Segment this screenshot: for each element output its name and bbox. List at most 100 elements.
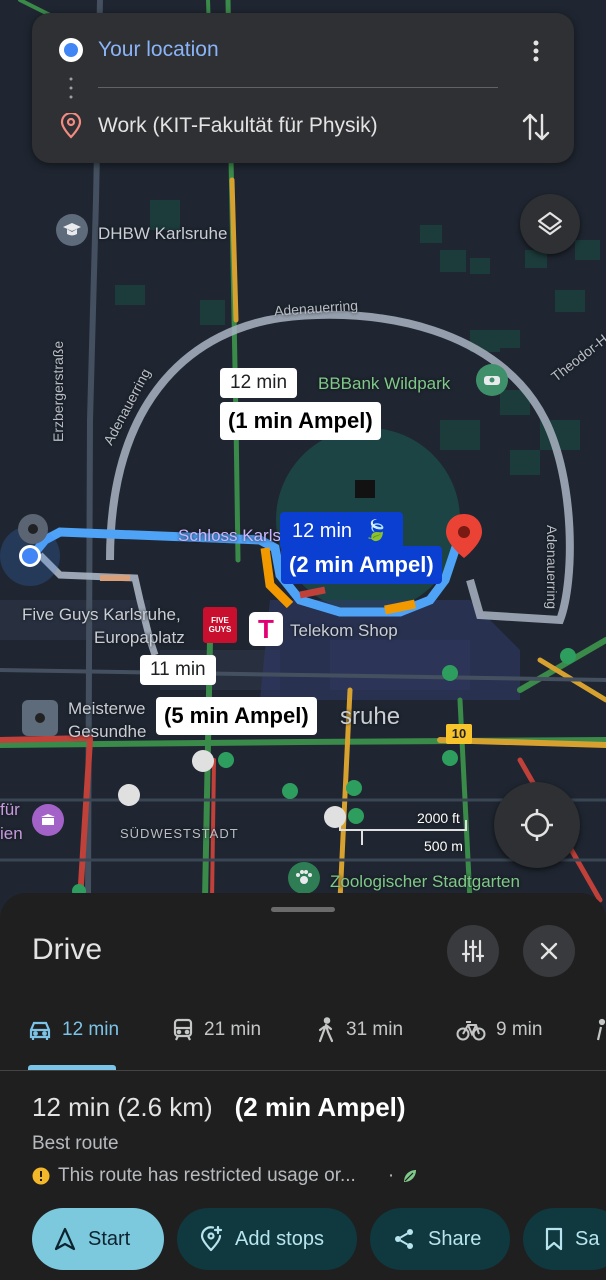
eco-leaf-small-icon [404, 1170, 417, 1182]
sbahn-icon[interactable] [346, 780, 362, 796]
start-label: Start [88, 1227, 131, 1250]
street-label-erzberger: Erzbergerstraße [50, 340, 66, 442]
sbahn-icon[interactable] [348, 808, 364, 824]
zoo-label[interactable]: Zoologischer Stadtgarten [330, 872, 520, 892]
mode-time-walk: 31 min [346, 1019, 404, 1040]
alt-route-1-time[interactable]: 12 min [220, 368, 298, 398]
best-route-label: Best route [32, 1133, 119, 1154]
zoo-icon[interactable] [288, 862, 320, 894]
crosshair-icon [521, 809, 553, 841]
district-label: SÜDWESTSTADT [120, 826, 239, 841]
mode-time-transit: 21 min [204, 1019, 262, 1040]
close-button[interactable] [523, 925, 575, 977]
destination-field[interactable]: Work (KIT-Fakultät für Physik) [98, 114, 378, 138]
origin-row[interactable]: Your location [32, 25, 574, 75]
separator-dot: · [387, 1165, 395, 1186]
fuer-label-line1: für [0, 800, 20, 819]
main-route-note: (2 min Ampel) [281, 546, 442, 584]
car-icon [29, 1021, 51, 1040]
field-divider [98, 87, 498, 88]
main-route-time[interactable]: 12 min 🍃 [280, 512, 403, 549]
mode-tab-bike[interactable]: 9 min [456, 1015, 542, 1045]
recenter-button[interactable] [494, 782, 580, 868]
museum-icon[interactable] [32, 804, 64, 836]
close-icon [540, 942, 558, 960]
route-options-button[interactable] [447, 925, 499, 977]
tune-icon [461, 939, 485, 963]
destination-pin-small-icon [60, 113, 82, 139]
destination-row[interactable]: Work (KIT-Fakultät für Physik) [32, 101, 574, 151]
stadium-icon[interactable] [476, 364, 508, 396]
share-label: Share [428, 1227, 482, 1250]
tram-stop-icon[interactable] [324, 806, 346, 828]
tram-stop-icon[interactable] [118, 784, 140, 806]
tram-stop-icon[interactable] [192, 750, 214, 772]
share-icon [395, 1229, 413, 1249]
sbahn-icon[interactable] [218, 752, 234, 768]
route-input-card: Your location Work (KIT-Fakultät für Phy… [32, 13, 574, 163]
warning-icon [32, 1167, 50, 1185]
route-warning[interactable]: This route has restricted usage or... · [32, 1165, 418, 1187]
sbahn-icon[interactable] [442, 665, 458, 681]
telekom-label[interactable]: Telekom Shop [290, 621, 398, 641]
more-options-icon[interactable] [526, 39, 546, 65]
route-duration-distance: 12 min (2.6 km) [32, 1092, 213, 1122]
mode-tab-more[interactable] [594, 1015, 606, 1045]
route-summary: 12 min (2.6 km) (2 min Ampel) [32, 1092, 406, 1123]
alt-route-1-note: (1 min Ampel) [220, 402, 381, 440]
place-icon[interactable] [22, 700, 58, 736]
telekom-logo[interactable]: T [249, 612, 283, 646]
fiveguys-logo[interactable]: FIVE GUYS [203, 607, 237, 643]
dhbw-label[interactable]: DHBW Karlsruhe [98, 224, 227, 244]
route-summary-note: (2 min Ampel) [234, 1092, 406, 1122]
layers-icon [537, 211, 563, 236]
swap-icon [522, 113, 550, 141]
tab-divider [0, 1070, 606, 1071]
walk-icon [318, 1017, 334, 1043]
destination-pin-icon[interactable] [444, 512, 484, 560]
add-location-icon [200, 1226, 223, 1252]
meister-label-line1[interactable]: Meisterwe [68, 699, 145, 719]
road-number-badge: 10 [446, 724, 472, 744]
start-button[interactable]: Start [32, 1208, 164, 1270]
sbahn-icon[interactable] [282, 783, 298, 799]
mode-time-bike: 9 min [496, 1019, 543, 1040]
meister-label-line2[interactable]: Gesundhe [68, 722, 146, 742]
layers-button[interactable] [520, 194, 580, 254]
wildpark-label[interactable]: BBBank Wildpark [318, 374, 450, 394]
mode-time-drive: 12 min [62, 1019, 120, 1040]
main-route-time-label: 12 min [292, 520, 353, 542]
alt-route-2-time[interactable]: 11 min [140, 655, 216, 685]
street-label-adenauer-right: Adenauerring [544, 525, 560, 610]
warning-text: This route has restricted usage or... [58, 1165, 356, 1186]
sheet-title: Drive [32, 933, 103, 966]
origin-dot-icon [59, 38, 83, 62]
mode-tab-walk[interactable]: 31 min [316, 1015, 403, 1045]
scale-meters: 500 m [424, 838, 463, 854]
more-mode-icon [596, 1018, 606, 1041]
drag-handle[interactable] [271, 907, 335, 912]
university-icon[interactable] [56, 214, 88, 246]
fiveguys-label-line1[interactable]: Five Guys Karlsruhe, [22, 605, 181, 625]
scale-feet: 2000 ft [417, 810, 460, 826]
navigation-arrow-icon [54, 1227, 76, 1251]
share-button[interactable]: Share [370, 1208, 510, 1270]
sbahn-icon[interactable] [560, 648, 576, 664]
swap-button[interactable] [518, 109, 554, 145]
save-label: Sa [575, 1227, 600, 1250]
transit-icon [173, 1018, 193, 1041]
origin-marker-icon [18, 514, 48, 544]
fuer-label-line2: ien [0, 824, 23, 843]
mode-tab-transit[interactable]: 21 min [172, 1015, 261, 1045]
eco-leaf-icon: 🍃 [363, 520, 389, 542]
fiveguys-label-line2[interactable]: Europaplatz [94, 628, 185, 648]
add-stops-button[interactable]: Add stops [177, 1208, 357, 1270]
sbahn-icon[interactable] [442, 750, 458, 766]
origin-field[interactable]: Your location [98, 38, 219, 62]
save-button[interactable]: Sa [523, 1208, 606, 1270]
alt-route-2-note: (5 min Ampel) [156, 697, 317, 735]
add-stops-label: Add stops [235, 1227, 324, 1250]
mode-tab-drive[interactable]: 12 min [28, 1015, 119, 1045]
bookmark-icon [545, 1227, 563, 1251]
directions-sheet: Drive 12 min 21 min 31 min 9 min 12 min … [0, 893, 606, 1280]
